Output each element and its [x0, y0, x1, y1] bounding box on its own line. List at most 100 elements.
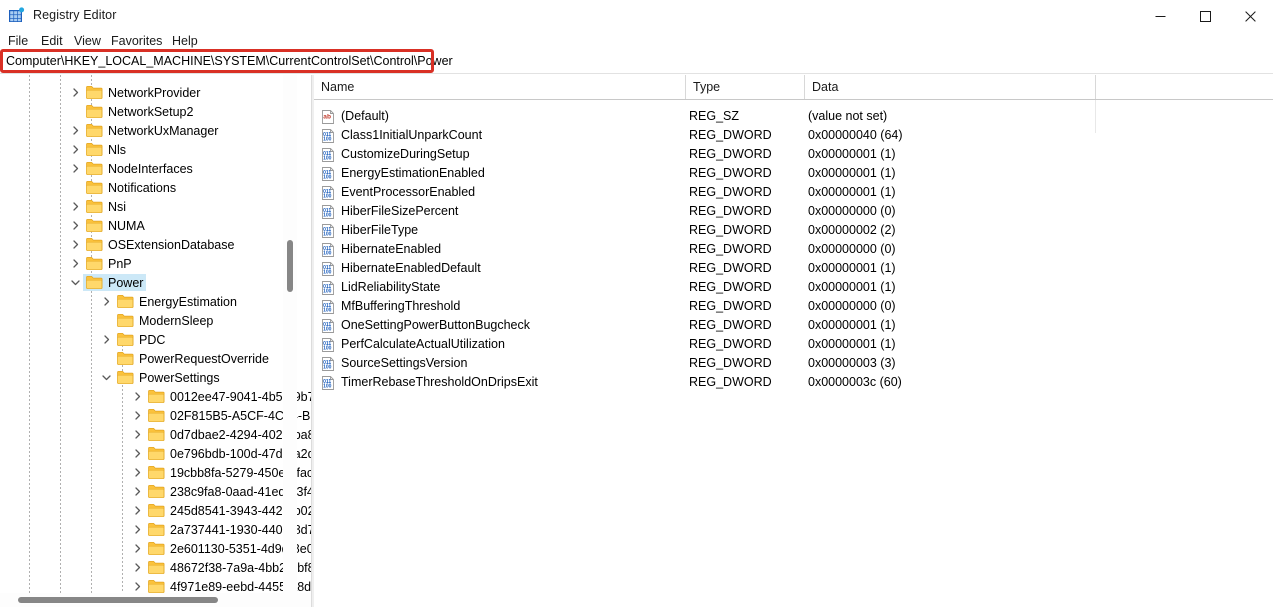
- chevron-right-icon[interactable]: [130, 558, 144, 577]
- address-bar-input[interactable]: Computer\HKEY_LOCAL_MACHINE\SYSTEM\Curre…: [0, 48, 1273, 74]
- tree-item-power[interactable]: Power: [0, 273, 296, 292]
- tree-item-pnp[interactable]: PnP: [0, 254, 296, 273]
- tree-item-2a737441-1930-4402-8d77[interactable]: 2a737441-1930-4402-8d77: [0, 520, 311, 539]
- value-row[interactable]: 011 100 HiberFileType REG_DWORD 0x00000002 (…: [314, 221, 1273, 240]
- value-name: (Default): [341, 109, 389, 123]
- minimize-button[interactable]: [1138, 0, 1183, 32]
- tree-item-powerrequestoverride[interactable]: PowerRequestOverride: [0, 349, 296, 368]
- value-type: REG_DWORD: [689, 204, 772, 218]
- chevron-right-icon[interactable]: [130, 444, 144, 463]
- chevron-down-icon[interactable]: [68, 273, 82, 292]
- tree-item-245d8541-3943-4422-b025[interactable]: 245d8541-3943-4422-b025: [0, 501, 311, 520]
- svg-text:100: 100: [323, 384, 332, 390]
- tree-item-numa[interactable]: NUMA: [0, 216, 296, 235]
- chevron-right-icon[interactable]: [130, 463, 144, 482]
- tree-item-2e601130-5351-4d9d-8e04[interactable]: 2e601130-5351-4d9d-8e04: [0, 539, 311, 558]
- column-divider-data-end[interactable]: [1095, 75, 1096, 99]
- tree-item-48672f38-7a9a-4bb2-8bf8[interactable]: 48672f38-7a9a-4bb2-8bf8-: [0, 558, 311, 577]
- tree-item-label: PowerRequestOverride: [139, 352, 269, 366]
- tree-rows: NetworkProvider NetworkSetup2 NetworkUxMan…: [0, 75, 311, 607]
- tree-item-0e796bdb-100d-47d6-a2d5[interactable]: 0e796bdb-100d-47d6-a2d5: [0, 444, 311, 463]
- tree-item-19cbb8fa-5279-450e-9fac[interactable]: 19cbb8fa-5279-450e-9fac-: [0, 463, 311, 482]
- column-divider-name-type[interactable]: [685, 75, 686, 99]
- chevron-right-icon[interactable]: [130, 501, 144, 520]
- value-data: 0x00000003 (3): [808, 356, 896, 370]
- value-row[interactable]: 011 100 SourceSettingsVersion REG_DWORD 0x00…: [314, 354, 1273, 373]
- tree-item-networkuxmanager[interactable]: NetworkUxManager: [0, 121, 296, 140]
- value-row[interactable]: 011 100 EnergyEstimationEnabled REG_DWORD 0x…: [314, 164, 1273, 183]
- chevron-right-icon[interactable]: [130, 482, 144, 501]
- value-row[interactable]: 011 100 LidReliabilityState REG_DWORD 0x0000…: [314, 278, 1273, 297]
- tree-item-nodeinterfaces[interactable]: NodeInterfaces: [0, 159, 296, 178]
- value-row[interactable]: ab (Default) REG_SZ (value not set): [314, 107, 1273, 126]
- tree-item-networksetup2[interactable]: NetworkSetup2: [0, 102, 296, 121]
- tree-item-notifications[interactable]: Notifications: [0, 178, 296, 197]
- chevron-right-icon[interactable]: [68, 216, 82, 235]
- tree-item-label: EnergyEstimation: [139, 295, 237, 309]
- value-name: SourceSettingsVersion: [341, 356, 468, 370]
- value-row[interactable]: 011 100 Class1InitialUnparkCount REG_DWORD 0…: [314, 126, 1273, 145]
- value-type: REG_DWORD: [689, 166, 772, 180]
- tree-item-pdc[interactable]: PDC: [0, 330, 296, 349]
- value-row[interactable]: 011 100 HiberFileSizePercent REG_DWORD 0x000…: [314, 202, 1273, 221]
- chevron-right-icon[interactable]: [99, 330, 113, 349]
- value-row[interactable]: 011 100 HibernateEnabledDefault REG_DWORD 0x…: [314, 259, 1273, 278]
- value-name: OneSettingPowerButtonBugcheck: [341, 318, 531, 332]
- column-divider-type-data[interactable]: [804, 75, 805, 99]
- tree-item-0d7dbae2-4294-402a-ba8e[interactable]: 0d7dbae2-4294-402a-ba8e: [0, 425, 311, 444]
- value-data: 0x00000001 (1): [808, 280, 896, 294]
- tree-horizontal-scrollbar[interactable]: [0, 593, 296, 607]
- chevron-right-icon[interactable]: [130, 520, 144, 539]
- tree-item-nls[interactable]: Nls: [0, 140, 296, 159]
- column-header-type[interactable]: Type: [686, 75, 720, 99]
- chevron-right-icon[interactable]: [99, 292, 113, 311]
- maximize-button[interactable]: [1183, 0, 1228, 32]
- tree-vertical-scrollbar[interactable]: [283, 75, 297, 593]
- registry-key-tree[interactable]: NetworkProvider NetworkSetup2 NetworkUxMan…: [0, 75, 312, 607]
- chevron-right-icon[interactable]: [130, 425, 144, 444]
- tree-item-238c9fa8-0aad-41ed-83f4[interactable]: 238c9fa8-0aad-41ed-83f4-: [0, 482, 311, 501]
- tree-item-nsi[interactable]: Nsi: [0, 197, 296, 216]
- svg-text:100: 100: [323, 137, 332, 143]
- value-name: TimerRebaseThresholdOnDripsExit: [341, 375, 538, 389]
- value-type: REG_DWORD: [689, 299, 772, 313]
- chevron-right-icon[interactable]: [68, 254, 82, 273]
- value-type: REG_SZ: [689, 109, 740, 123]
- tree-item-label: PDC: [139, 333, 166, 347]
- column-header-data[interactable]: Data: [805, 75, 838, 99]
- value-name: HiberFileSizePercent: [341, 204, 459, 218]
- chevron-right-icon[interactable]: [130, 539, 144, 558]
- tree-horizontal-scrollbar-thumb[interactable]: [18, 597, 218, 603]
- tree-item-osextensiondatabase[interactable]: OSExtensionDatabase: [0, 235, 296, 254]
- tree-item-powersettings[interactable]: PowerSettings: [0, 368, 296, 387]
- chevron-right-icon[interactable]: [130, 406, 144, 425]
- chevron-right-icon[interactable]: [68, 159, 82, 178]
- value-row[interactable]: 011 100 CustomizeDuringSetup REG_DWORD 0x000…: [314, 145, 1273, 164]
- tree-item-02f815b5-a5cf-4c84-bf2[interactable]: 02F815B5-A5CF-4C84-BF2: [0, 406, 311, 425]
- dword-value-icon: 011 100: [320, 185, 336, 201]
- value-data: 0x00000001 (1): [808, 185, 896, 199]
- chevron-down-icon[interactable]: [99, 368, 113, 387]
- tree-item-label: Nls: [108, 143, 127, 157]
- chevron-right-icon[interactable]: [68, 197, 82, 216]
- value-row[interactable]: 011 100 TimerRebaseThresholdOnDripsExit REG…: [314, 373, 1273, 392]
- chevron-right-icon[interactable]: [68, 83, 82, 102]
- svg-text:100: 100: [323, 327, 332, 333]
- tree-item-modernsleep[interactable]: ModernSleep: [0, 311, 296, 330]
- value-row[interactable]: 011 100 HibernateEnabled REG_DWORD 0x0000000…: [314, 240, 1273, 259]
- tree-item-networkprovider[interactable]: NetworkProvider: [0, 83, 296, 102]
- value-row[interactable]: 011 100 PerfCalculateActualUtilization REG_…: [314, 335, 1273, 354]
- tree-vertical-scrollbar-thumb[interactable]: [287, 240, 293, 292]
- value-row[interactable]: 011 100 MfBufferingThreshold REG_DWORD 0x000…: [314, 297, 1273, 316]
- column-header-name[interactable]: Name: [314, 75, 354, 99]
- registry-values-list[interactable]: Name Type Data ab (Default) REG_SZ (value n…: [314, 75, 1273, 607]
- value-row[interactable]: 011 100 OneSettingPowerButtonBugcheck REG_D…: [314, 316, 1273, 335]
- chevron-right-icon[interactable]: [68, 235, 82, 254]
- chevron-right-icon[interactable]: [68, 121, 82, 140]
- chevron-right-icon[interactable]: [68, 140, 82, 159]
- close-button[interactable]: [1228, 0, 1273, 32]
- chevron-right-icon[interactable]: [130, 387, 144, 406]
- tree-item-energyestimation[interactable]: EnergyEstimation: [0, 292, 296, 311]
- tree-item-0012ee47-9041-4b5d-9b77[interactable]: 0012ee47-9041-4b5d-9b77: [0, 387, 311, 406]
- value-row[interactable]: 011 100 EventProcessorEnabled REG_DWORD 0x00…: [314, 183, 1273, 202]
